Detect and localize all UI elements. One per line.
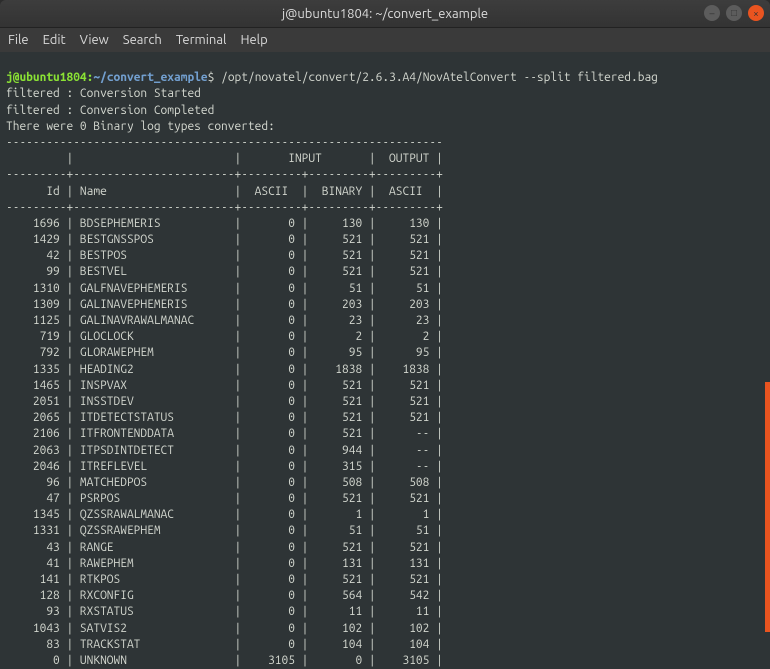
maximize-button[interactable]: □ — [726, 5, 742, 21]
output-line: filtered : Conversion Completed — [6, 104, 214, 117]
terminal-area[interactable]: j@ubuntu1804:~/convert_example$ /opt/nov… — [0, 52, 770, 669]
menu-file[interactable]: File — [8, 33, 29, 47]
prompt-dollar: $ — [208, 71, 215, 84]
menu-bar: File Edit View Search Terminal Help — [0, 28, 770, 52]
table-body: 1696 | BDSEPHEMERIS | 0 | 130 | 130 | 14… — [6, 217, 443, 669]
menu-search[interactable]: Search — [123, 33, 162, 47]
prompt-path: ~/convert_example — [93, 71, 207, 84]
menu-terminal[interactable]: Terminal — [176, 33, 227, 47]
menu-view[interactable]: View — [80, 33, 109, 47]
table-border: ---------+------------------------+-----… — [6, 201, 443, 214]
window-title: j@ubuntu1804: ~/convert_example — [282, 7, 488, 21]
output-line: filtered : Conversion Started — [6, 87, 201, 100]
window-controls: – □ × — [704, 5, 764, 21]
minimize-button[interactable]: – — [704, 5, 720, 21]
close-button[interactable]: × — [748, 5, 764, 21]
scrollbar-thumb[interactable] — [765, 382, 770, 632]
window-titlebar: j@ubuntu1804: ~/convert_example – □ × — [0, 0, 770, 28]
table-header-1: | | INPUT | OUTPUT | — [6, 152, 443, 165]
prompt-user: j@ubuntu1804 — [6, 71, 87, 84]
command-line-1: /opt/novatel/convert/2.6.3.A4/NovAtelCon… — [221, 71, 658, 84]
table-border: ---------+------------------------+-----… — [6, 168, 443, 181]
output-line: There were 0 Binary log types converted: — [6, 120, 275, 133]
menu-edit[interactable]: Edit — [43, 33, 66, 47]
table-border: ----------------------------------------… — [6, 136, 443, 149]
table-header-2: Id | Name | ASCII | BINARY | ASCII | — [6, 185, 443, 198]
menu-help[interactable]: Help — [240, 33, 267, 47]
